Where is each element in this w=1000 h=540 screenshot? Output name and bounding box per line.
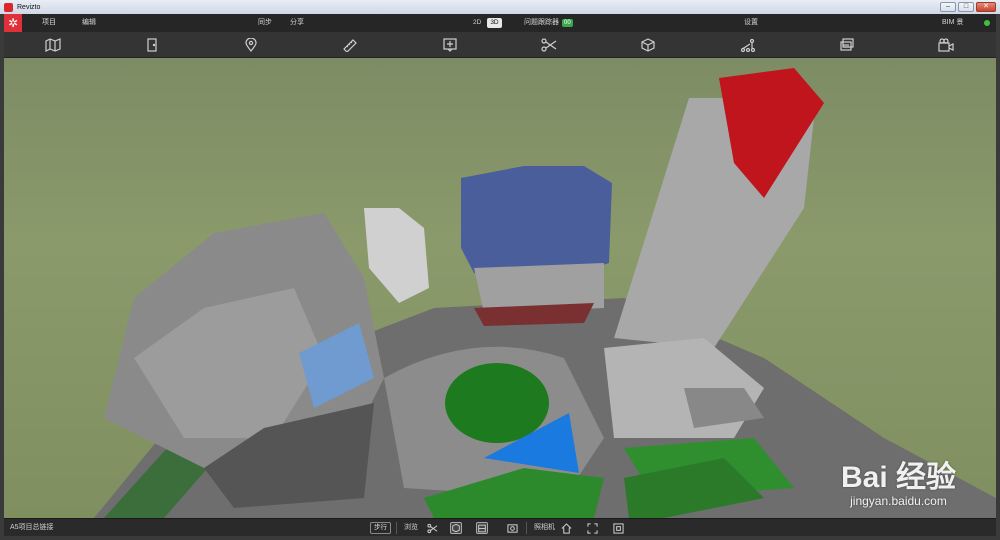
ruler-icon[interactable] — [341, 37, 359, 53]
watermark-main-text: Bai 经验 — [840, 461, 956, 494]
3d-viewport[interactable]: Bai 经验 jingyan.baidu.com — [4, 58, 996, 518]
issue-tracker-label: 问题跟踪器 — [524, 19, 559, 26]
view-2d-button[interactable]: 2D — [470, 18, 484, 28]
view-mode-toggle: 2D 3D — [470, 18, 502, 28]
layers-icon[interactable] — [838, 37, 856, 53]
scissors-icon[interactable] — [540, 37, 558, 53]
maximize-button[interactable]: □ — [958, 2, 974, 12]
status-bar: A5项目总链接 步行 浏览 照相机 — [4, 518, 996, 536]
view-cube-icon[interactable] — [476, 522, 488, 534]
menu-issue-tracker[interactable]: 问题跟踪器 00 — [524, 14, 573, 32]
menu-project[interactable]: 项目 — [42, 14, 56, 32]
toolbar — [4, 32, 996, 58]
door-icon[interactable] — [143, 37, 161, 53]
close-button[interactable]: ✕ — [976, 2, 996, 12]
issue-count-badge: 00 — [562, 19, 573, 27]
cube-icon[interactable] — [639, 37, 657, 53]
add-issue-icon[interactable] — [441, 37, 459, 53]
window-controls: – □ ✕ — [940, 2, 996, 12]
menu-settings[interactable]: 设置 — [744, 14, 758, 32]
menu-bar: ✲ 项目 编辑 同步 分享 2D 3D 问题跟踪器 00 设置 BIM 景 — [4, 14, 996, 32]
view-3d-button[interactable]: 3D — [487, 18, 502, 28]
city-model-render — [94, 68, 996, 518]
map-marker-icon[interactable] — [44, 37, 62, 53]
zoom-extents-icon[interactable] — [612, 522, 624, 534]
project-name-label: A5项目总链接 — [10, 524, 54, 531]
home-icon[interactable] — [560, 522, 572, 534]
connection-status-dot — [984, 20, 990, 26]
section-tree-icon[interactable] — [739, 37, 757, 53]
location-pin-icon[interactable] — [242, 37, 260, 53]
menu-sync[interactable]: 同步 — [258, 14, 272, 32]
scissors-small-icon[interactable] — [426, 522, 438, 534]
separator — [396, 522, 397, 534]
walk-mode-button[interactable]: 步行 — [370, 522, 391, 534]
app-window: Revizto – □ ✕ ✲ 项目 编辑 同步 分享 2D 3D 问题跟踪器 0… — [0, 0, 1000, 540]
minimize-button[interactable]: – — [940, 2, 956, 12]
menu-edit[interactable]: 编辑 — [82, 14, 96, 32]
camera-label[interactable]: 照相机 — [534, 519, 555, 537]
title-bar: Revizto – □ ✕ — [0, 0, 1000, 14]
watermark-url: jingyan.baidu.com — [850, 494, 947, 508]
revizto-logo-icon[interactable]: ✲ — [4, 14, 22, 32]
menu-share[interactable]: 分享 — [290, 14, 304, 32]
orthographic-cube-icon[interactable] — [450, 522, 462, 534]
screen-overlay-icon[interactable] — [506, 522, 518, 534]
browse-mode-label[interactable]: 浏览 — [404, 519, 418, 537]
camera-icon[interactable] — [937, 37, 955, 53]
fit-view-icon[interactable] — [586, 522, 598, 534]
baidu-watermark: Bai 经验 jingyan.baidu.com — [841, 452, 956, 508]
app-icon — [4, 2, 13, 12]
separator — [526, 522, 527, 534]
window-title: Revizto — [17, 3, 41, 11]
menu-bim[interactable]: BIM 景 — [942, 14, 963, 32]
